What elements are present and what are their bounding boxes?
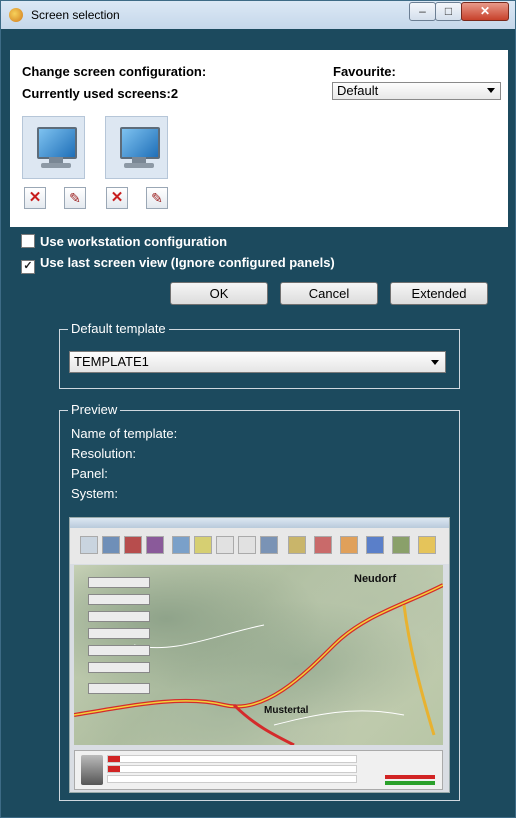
toolbar-icon: [418, 536, 436, 554]
configure-screen-1-button[interactable]: ✎: [64, 187, 86, 209]
toolbar-icon: [172, 536, 190, 554]
template-name-label: Name of template:: [71, 426, 178, 441]
chevron-down-icon: [431, 360, 439, 365]
maximize-button[interactable]: □: [435, 2, 462, 21]
monitor-base: [41, 163, 71, 168]
resolution-label: Resolution:: [71, 446, 137, 461]
status-gauge: [385, 781, 435, 785]
screen-selection-window: Screen selection – □ ✕ Change screen con…: [0, 0, 516, 818]
default-template-legend: Default template: [68, 321, 169, 336]
delete-icon: ✕: [28, 189, 42, 206]
toolbar-icon: [392, 536, 410, 554]
monitor-base: [124, 163, 154, 168]
title-bar: Screen selection – □ ✕: [1, 1, 515, 29]
delete-icon: ✕: [110, 189, 124, 206]
map-button: [88, 662, 150, 673]
system-label: System:: [71, 486, 118, 501]
toolbar-icon: [194, 536, 212, 554]
status-row: [107, 755, 357, 763]
map-label-mustertal: Mustertal: [264, 705, 309, 716]
panel-label: Panel:: [71, 466, 108, 481]
wrench-icon: ✎: [151, 190, 163, 206]
screen-1-tile[interactable]: [22, 116, 85, 179]
chevron-down-icon: [487, 88, 495, 93]
app-icon: [9, 8, 23, 22]
template-select-value: TEMPLATE1: [74, 354, 149, 369]
toolbar-icon: [124, 536, 142, 554]
window-title: Screen selection: [31, 8, 120, 22]
extended-button[interactable]: Extended: [390, 282, 488, 305]
preview-legend: Preview: [68, 402, 121, 417]
preview-map: Neudorf Mustertal: [74, 565, 443, 745]
map-button: [88, 683, 150, 694]
delete-screen-2-button[interactable]: ✕: [106, 187, 128, 209]
toolbar-icon: [366, 536, 384, 554]
toolbar-icon: [260, 536, 278, 554]
last-view-row[interactable]: ✓ Use last screen view (Ignore configured…: [21, 255, 335, 274]
map-button: [88, 594, 150, 605]
preview-thumbnail: Neudorf Mustertal: [69, 517, 450, 793]
monitor-icon: [120, 127, 160, 159]
workstation-config-row[interactable]: Use workstation configuration: [21, 234, 227, 249]
toolbar-icon: [102, 536, 120, 554]
map-button: [88, 611, 150, 622]
screen-2-tile[interactable]: [105, 116, 168, 179]
status-gauge: [385, 775, 435, 779]
map-button: [88, 645, 150, 656]
toolbar-icon: [314, 536, 332, 554]
ok-button[interactable]: OK: [170, 282, 268, 305]
toolbar-icon: [80, 536, 98, 554]
avatar: [81, 755, 103, 785]
change-config-label: Change screen configuration:: [22, 64, 207, 79]
favourite-select-value: Default: [337, 83, 379, 98]
toolbar-icon: [340, 536, 358, 554]
configure-screen-2-button[interactable]: ✎: [146, 187, 168, 209]
toolbar-icon: [288, 536, 306, 554]
map-button: [88, 577, 150, 588]
status-row: [107, 775, 357, 783]
cancel-button[interactable]: Cancel: [280, 282, 378, 305]
thumbnail-titlebar: [70, 518, 449, 528]
thumbnail-toolbar: [70, 528, 449, 564]
wrench-icon: ✎: [69, 190, 81, 206]
workstation-label: Use workstation configuration: [40, 234, 228, 249]
delete-screen-1-button[interactable]: ✕: [24, 187, 46, 209]
toolbar-icon: [216, 536, 234, 554]
toolbar-icon: [238, 536, 256, 554]
screen-config-panel: Change screen configuration: Currently u…: [10, 50, 508, 227]
toolbar-icon: [146, 536, 164, 554]
close-button[interactable]: ✕: [461, 2, 509, 21]
workstation-checkbox[interactable]: [21, 234, 35, 248]
favourite-select[interactable]: Default: [332, 82, 501, 100]
minimize-button[interactable]: –: [409, 2, 436, 21]
template-select[interactable]: TEMPLATE1: [69, 351, 446, 373]
map-button: [88, 628, 150, 639]
map-label-neudorf: Neudorf: [354, 573, 397, 585]
monitor-icon: [37, 127, 77, 159]
status-row: [107, 765, 357, 773]
last-view-checkbox[interactable]: ✓: [21, 260, 35, 274]
last-view-label: Use last screen view (Ignore configured …: [40, 255, 335, 270]
favourite-label: Favourite:: [333, 64, 396, 79]
currently-used-label: Currently used screens:2: [22, 86, 179, 101]
thumbnail-status-bar: [74, 750, 443, 790]
